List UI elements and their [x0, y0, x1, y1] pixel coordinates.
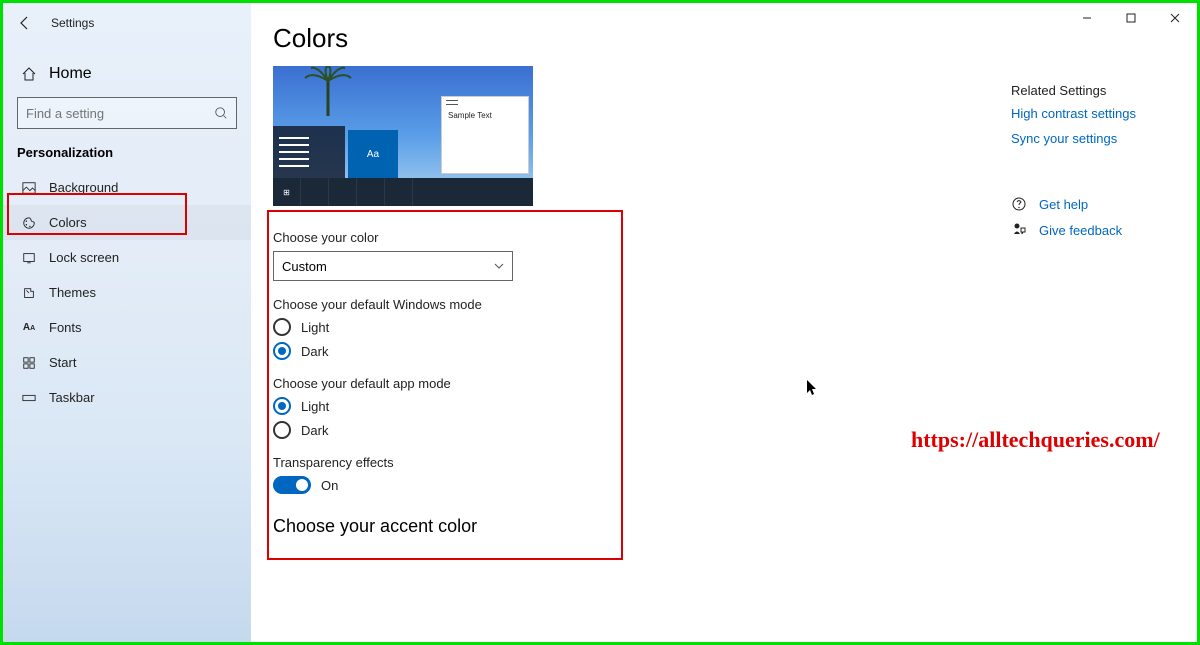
windows-mode-dark-radio[interactable]: Dark — [273, 342, 853, 360]
start-icon — [21, 356, 37, 370]
windows-mode-light-radio[interactable]: Light — [273, 318, 853, 336]
preview-tile: Aa — [348, 130, 398, 178]
color-mode-dropdown[interactable]: Custom — [273, 251, 513, 281]
app-mode-light-radio[interactable]: Light — [273, 397, 853, 415]
sidebar-item-background[interactable]: Background — [3, 170, 251, 205]
category-label: Personalization — [3, 129, 251, 170]
sidebar: Settings Home Personalization Background… — [3, 3, 251, 642]
related-settings-panel: Related Settings High contrast settings … — [1011, 83, 1181, 238]
sidebar-item-label: Fonts — [49, 320, 82, 335]
feedback-icon — [1011, 222, 1029, 238]
sidebar-item-label: Start — [49, 355, 76, 370]
page-title: Colors — [251, 3, 1197, 66]
related-settings-title: Related Settings — [1011, 83, 1181, 98]
app-title: Settings — [51, 16, 94, 30]
transparency-label: Transparency effects — [273, 455, 853, 470]
accent-color-title: Choose your accent color — [273, 516, 1197, 537]
search-box[interactable] — [17, 97, 237, 129]
sidebar-item-fonts[interactable]: AA Fonts — [3, 310, 251, 345]
radio-label: Dark — [301, 344, 328, 359]
choose-color-label: Choose your color — [273, 230, 853, 245]
sidebar-item-lockscreen[interactable]: Lock screen — [3, 240, 251, 275]
palette-icon — [21, 216, 37, 230]
sidebar-item-label: Background — [49, 180, 118, 195]
sync-settings-link[interactable]: Sync your settings — [1011, 131, 1181, 146]
themes-icon — [21, 286, 37, 300]
sidebar-item-themes[interactable]: Themes — [3, 275, 251, 310]
give-feedback-link[interactable]: Give feedback — [1039, 223, 1122, 238]
preview-sample-text: Sample Text — [442, 107, 528, 120]
fonts-icon: AA — [21, 322, 37, 333]
taskbar-icon — [21, 391, 37, 405]
radio-label: Light — [301, 320, 329, 335]
back-button[interactable] — [13, 11, 37, 35]
app-mode-label: Choose your default app mode — [273, 376, 853, 391]
windows-mode-label: Choose your default Windows mode — [273, 297, 853, 312]
maximize-button[interactable] — [1109, 3, 1153, 33]
sidebar-item-taskbar[interactable]: Taskbar — [3, 380, 251, 415]
window-controls — [1065, 3, 1197, 33]
app-mode-dark-radio[interactable]: Dark — [273, 421, 853, 439]
image-icon — [21, 181, 37, 195]
main-content: Colors Aa Sample Text ⊞ Choose your colo… — [251, 3, 1197, 642]
watermark-text: https://alltechqueries.com/ — [911, 427, 1160, 453]
help-icon — [1011, 196, 1029, 212]
sidebar-item-label: Taskbar — [49, 390, 95, 405]
sidebar-item-colors[interactable]: Colors — [3, 205, 251, 240]
color-preview: Aa Sample Text ⊞ — [273, 66, 533, 206]
home-button[interactable]: Home — [3, 55, 251, 93]
radio-label: Light — [301, 399, 329, 414]
close-button[interactable] — [1153, 3, 1197, 33]
radio-label: Dark — [301, 423, 328, 438]
high-contrast-link[interactable]: High contrast settings — [1011, 106, 1181, 121]
minimize-button[interactable] — [1065, 3, 1109, 33]
search-icon — [214, 106, 228, 120]
get-help-link[interactable]: Get help — [1039, 197, 1088, 212]
transparency-toggle[interactable] — [273, 476, 311, 494]
lockscreen-icon — [21, 251, 37, 265]
home-icon — [21, 66, 37, 82]
toggle-value: On — [321, 478, 338, 493]
home-label: Home — [49, 65, 92, 83]
sidebar-item-label: Themes — [49, 285, 96, 300]
sidebar-item-start[interactable]: Start — [3, 345, 251, 380]
chevron-down-icon — [494, 261, 504, 271]
search-input[interactable] — [26, 106, 214, 121]
sidebar-item-label: Colors — [49, 215, 87, 230]
dropdown-value: Custom — [282, 259, 327, 274]
sidebar-item-label: Lock screen — [49, 250, 119, 265]
